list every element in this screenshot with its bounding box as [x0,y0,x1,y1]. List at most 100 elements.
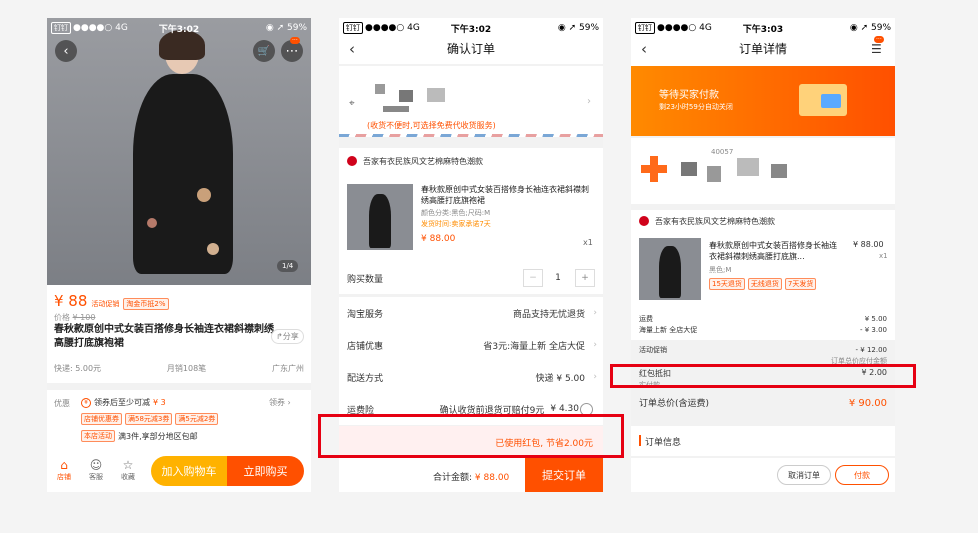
phone-partial: 40057 [711,148,734,156]
back-button[interactable]: ‹ [55,40,77,62]
item-title: 春秋款原创中式女装百搭修身长袖连衣裙斜襟刺绣高腰打底旗... [709,241,837,261]
embroidery [147,218,157,228]
delivery-row[interactable]: 配送方式 快递 ¥ 5.00 › [339,361,603,393]
product-info: ¥ 88 活动促销 淘金币抵2% 价格 ¥ 100 春秋款原创中式女装百搭修身长… [47,285,311,383]
shop-icon [639,216,649,226]
embroidery [197,188,211,202]
total-label: 合计金额: [433,473,473,483]
order-total-row: 订单总价(含运费) ¥ 90.00 [639,398,887,409]
shop-discount-row[interactable]: 店铺优惠 省3元:海量上新 全店大促 › [339,329,603,361]
address-note: (收货不便时,可选择免费代收货服务) [367,121,496,130]
section-marker [639,435,641,446]
shop-coupon-tag: 店铺优惠券 [81,413,122,425]
page-title: 订单详情 [738,42,787,56]
item-ship-time: 发货时间:卖家承诺7天 [421,220,491,228]
address-icon [641,156,667,182]
coupon-amount: ¥ 3 [153,398,166,407]
shop-name[interactable]: 吾家有衣民族风文艺棉麻特色潮款 [363,156,483,167]
image-index: 1/4 [277,260,299,272]
order-item-card: 吾家有衣民族风文艺棉麻特色潮款 春秋款原创中式女装百搭修身长袖连衣裙斜襟刺绣高腰… [631,210,895,340]
product-title: 春秋款原创中式女装百搭修身长袖连衣裙斜襟刺绣高腰打底旗袍裙 [54,324,274,349]
item-price: ¥ 88.00 [421,234,456,244]
item-thumbnail[interactable] [639,238,701,300]
order-info-label: 订单信息 [645,438,682,448]
add-to-cart-button[interactable]: 加入购物车 [151,456,227,486]
shop-nav[interactable]: ⌂ 店铺 [53,458,75,482]
banner-subtitle: 剩23小时59分自动关闭 [659,103,733,111]
star-icon: ☆ [122,458,134,472]
banner-title: 等待买家付款 [659,90,719,101]
orig-price: ¥ 100 [72,313,96,322]
order-info-row[interactable]: 订单信息 [631,426,895,456]
service-nav[interactable]: ☺ 客服 [85,458,107,482]
total-value: ¥ 88.00 [474,473,510,483]
buy-now-button[interactable]: 立即购买 [227,456,304,486]
chevron-right-icon: › [593,340,597,350]
service-row[interactable]: 淘宝服务 商品支持无忧退货 › [339,297,603,329]
highlight-box-redpacket-deduction [610,364,916,388]
item-qty: x1 [879,252,888,260]
cancel-order-button[interactable]: 取消订单 [777,465,831,485]
item-tags: 15天退货 无线退货 7天发货 [709,278,817,290]
order-item-card: 吾家有衣民族风文艺棉麻特色潮款 春秋款原创中式女装百搭修身长袖连衣裙斜襟刺绣高腰… [339,148,603,272]
service-icon: ☺ [89,458,103,472]
footer-bar: 合计金额: ¥ 88.00 提交订单 [339,458,603,492]
item-qty: x1 [583,238,593,247]
item-attr: 颜色分类:黑色;尺码:M [421,209,491,217]
shop-coupon[interactable]: 满58元减3券 [125,413,173,425]
favorite-nav[interactable]: ☆ 收藏 [117,458,139,482]
activity-text: 满3件,享部分地区包邮 [118,431,198,441]
order-detail-screen: 钉钉 ●●●●○ 4G 下午3:03 ◉ ➚ 59% ‹ 订单详情 ☰ ··· 等… [631,18,895,492]
status-bar: 钉钉 ●●●●○ 4G 下午3:03 ◉ ➚ 59% [631,18,895,38]
shop-coupon[interactable]: 满5元减2券 [175,413,219,425]
fee-list: 运费 ¥ 5.00 海量上新 全店大促 - ¥ 3.00 [639,315,887,334]
discount-label: 优惠 [54,399,70,408]
page-title: 确认订单 [446,42,495,56]
location-icon: ⌖ [349,98,355,109]
status-bar: 钉钉 ●●●●○ 4G 下午3:02 ◉ ➚ 59% [47,18,311,38]
item-thumbnail[interactable] [347,184,413,250]
highlight-box-redpacket-used [318,414,624,458]
coupon-icon: ¥ [81,397,91,408]
item-title: 春秋款原创中式女装百搭修身长袖连衣裙斜襟刺绣高腰打底旗袍裙 [421,185,589,205]
price: ¥ 88 [54,292,88,310]
address-card: 40057 [631,138,895,204]
quantity-row: 购买数量 − 1 + [339,262,603,294]
shop-icon [347,156,357,166]
promo-tag: 淘金币抵2% [123,298,169,310]
chevron-right-icon: › [593,308,597,318]
chevron-right-icon: › [587,96,591,107]
shipping-fee: 快递: 5.00元 [54,364,102,373]
address-card[interactable]: ⌖ › (收货不便时,可选择免费代收货服务) [339,66,603,137]
status-bar: 钉钉 ●●●●○ 4G 下午3:02 ◉ ➚ 59% [339,18,603,38]
notification-badge: ··· [874,36,884,43]
submit-order-button[interactable]: 提交订单 [525,458,603,492]
chevron-right-icon: › [593,372,597,382]
product-page-screen: 钉钉 ●●●●○ 4G 下午3:02 ◉ ➚ 59% ‹ 🛒 ⋯ ··· 1/4 … [47,18,311,492]
shop-name[interactable]: 吾家有衣民族风文艺棉麻特色潮款 [655,216,775,227]
status-banner: 等待买家付款 剩23小时59分自动关闭 [631,66,895,136]
menu-icon[interactable]: ☰ [871,42,882,56]
monthly-sales: 月销108笔 [166,364,207,373]
discount-section[interactable]: 优惠 ¥ 领券后至少可减 ¥ 3 领券 › 店铺优惠券 满58元减3券 满5元减… [47,390,311,452]
promo-tag: 活动促销 [91,300,120,308]
cart-icon[interactable]: 🛒 [253,40,275,62]
envelope-border [339,134,603,137]
embroidery [207,243,219,255]
footer-bar: 取消订单 付款 [631,458,895,492]
decrement-button[interactable]: − [523,269,543,287]
dress-shape [133,74,233,274]
item-price: ¥ 88.00 [853,240,884,249]
orig-price-label: 价格 [54,313,70,322]
quantity-value[interactable]: 1 [549,273,567,283]
item-attr: 黑色;M [709,266,732,274]
location: 广东广州 [272,364,304,373]
shop-icon: ⌂ [60,458,68,472]
increment-button[interactable]: + [575,269,595,287]
share-button[interactable]: ↱分享 [271,329,304,344]
activity-tag: 本店活动 [81,430,115,442]
get-coupon-link[interactable]: 领券 › [269,397,291,408]
card-icon [821,94,841,108]
coupon-text: 领券后至少可减 [94,398,150,407]
pay-button[interactable]: 付款 [835,465,889,485]
